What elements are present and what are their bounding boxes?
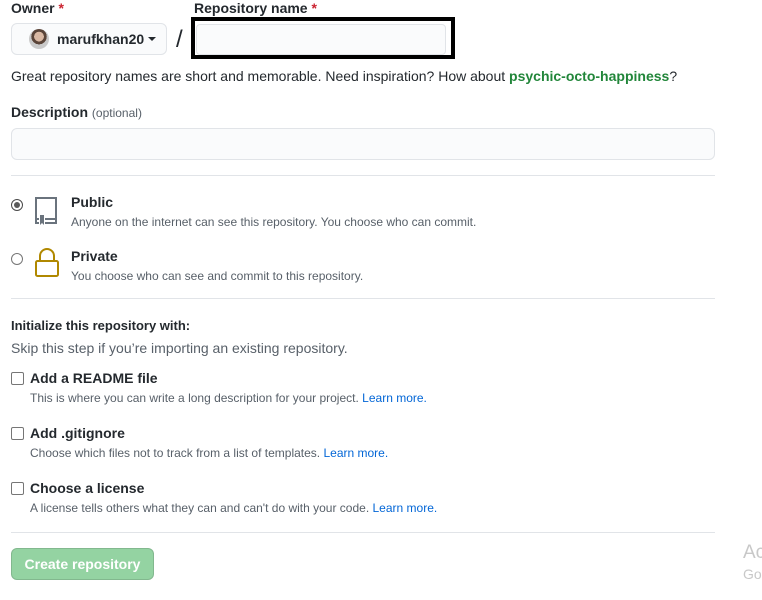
gitignore-learn-more-link[interactable]: Learn more.	[323, 446, 388, 460]
repo-name-highlight	[191, 17, 455, 59]
repo-name-hint: Great repository names are short and mem…	[11, 68, 677, 84]
description-label: Description (optional)	[11, 104, 142, 120]
divider	[11, 175, 715, 176]
owner-label: Owner *	[11, 0, 64, 16]
description-input[interactable]	[11, 128, 715, 160]
watermark-line-2: Go	[743, 566, 762, 582]
init-subheading: Skip this step if you’re importing an ex…	[11, 340, 348, 356]
license-title: Choose a license	[30, 480, 145, 496]
public-radio[interactable]	[11, 199, 23, 211]
readme-title: Add a README file	[30, 370, 158, 386]
owner-repo-separator: /	[176, 26, 183, 53]
name-suggestion-link[interactable]: psychic-octo-happiness	[509, 68, 669, 84]
owner-username: marufkhan20	[57, 31, 145, 47]
create-repository-button[interactable]: Create repository	[11, 548, 154, 580]
init-heading: Initialize this repository with:	[11, 318, 191, 333]
repo-name-label: Repository name *	[194, 0, 317, 16]
divider	[11, 298, 715, 299]
gitignore-checkbox[interactable]	[11, 427, 24, 440]
divider	[11, 532, 715, 533]
license-learn-more-link[interactable]: Learn more.	[373, 501, 438, 515]
public-description: Anyone on the internet can see this repo…	[71, 215, 477, 229]
hint-text: Great repository names are short and mem…	[11, 68, 510, 84]
lock-icon	[35, 248, 59, 277]
hint-suffix: ?	[669, 68, 678, 84]
gitignore-title: Add .gitignore	[30, 425, 125, 441]
private-description: You choose who can see and commit to thi…	[71, 269, 364, 283]
readme-description: This is where you can write a long descr…	[30, 391, 427, 405]
repo-name-input[interactable]	[196, 24, 446, 55]
caret-down-icon	[148, 37, 157, 41]
avatar	[29, 29, 49, 49]
watermark-line-1: Ac	[743, 542, 762, 563]
license-checkbox[interactable]	[11, 482, 24, 495]
readme-learn-more-link[interactable]: Learn more.	[362, 391, 427, 405]
owner-dropdown[interactable]: marufkhan20	[11, 23, 167, 55]
private-radio[interactable]	[11, 253, 23, 265]
private-title: Private	[71, 248, 118, 264]
repo-icon	[35, 197, 57, 226]
license-description: A license tells others what they can and…	[30, 501, 438, 515]
public-title: Public	[71, 194, 114, 210]
readme-checkbox[interactable]	[11, 372, 24, 385]
gitignore-description: Choose which files not to track from a l…	[30, 446, 389, 460]
